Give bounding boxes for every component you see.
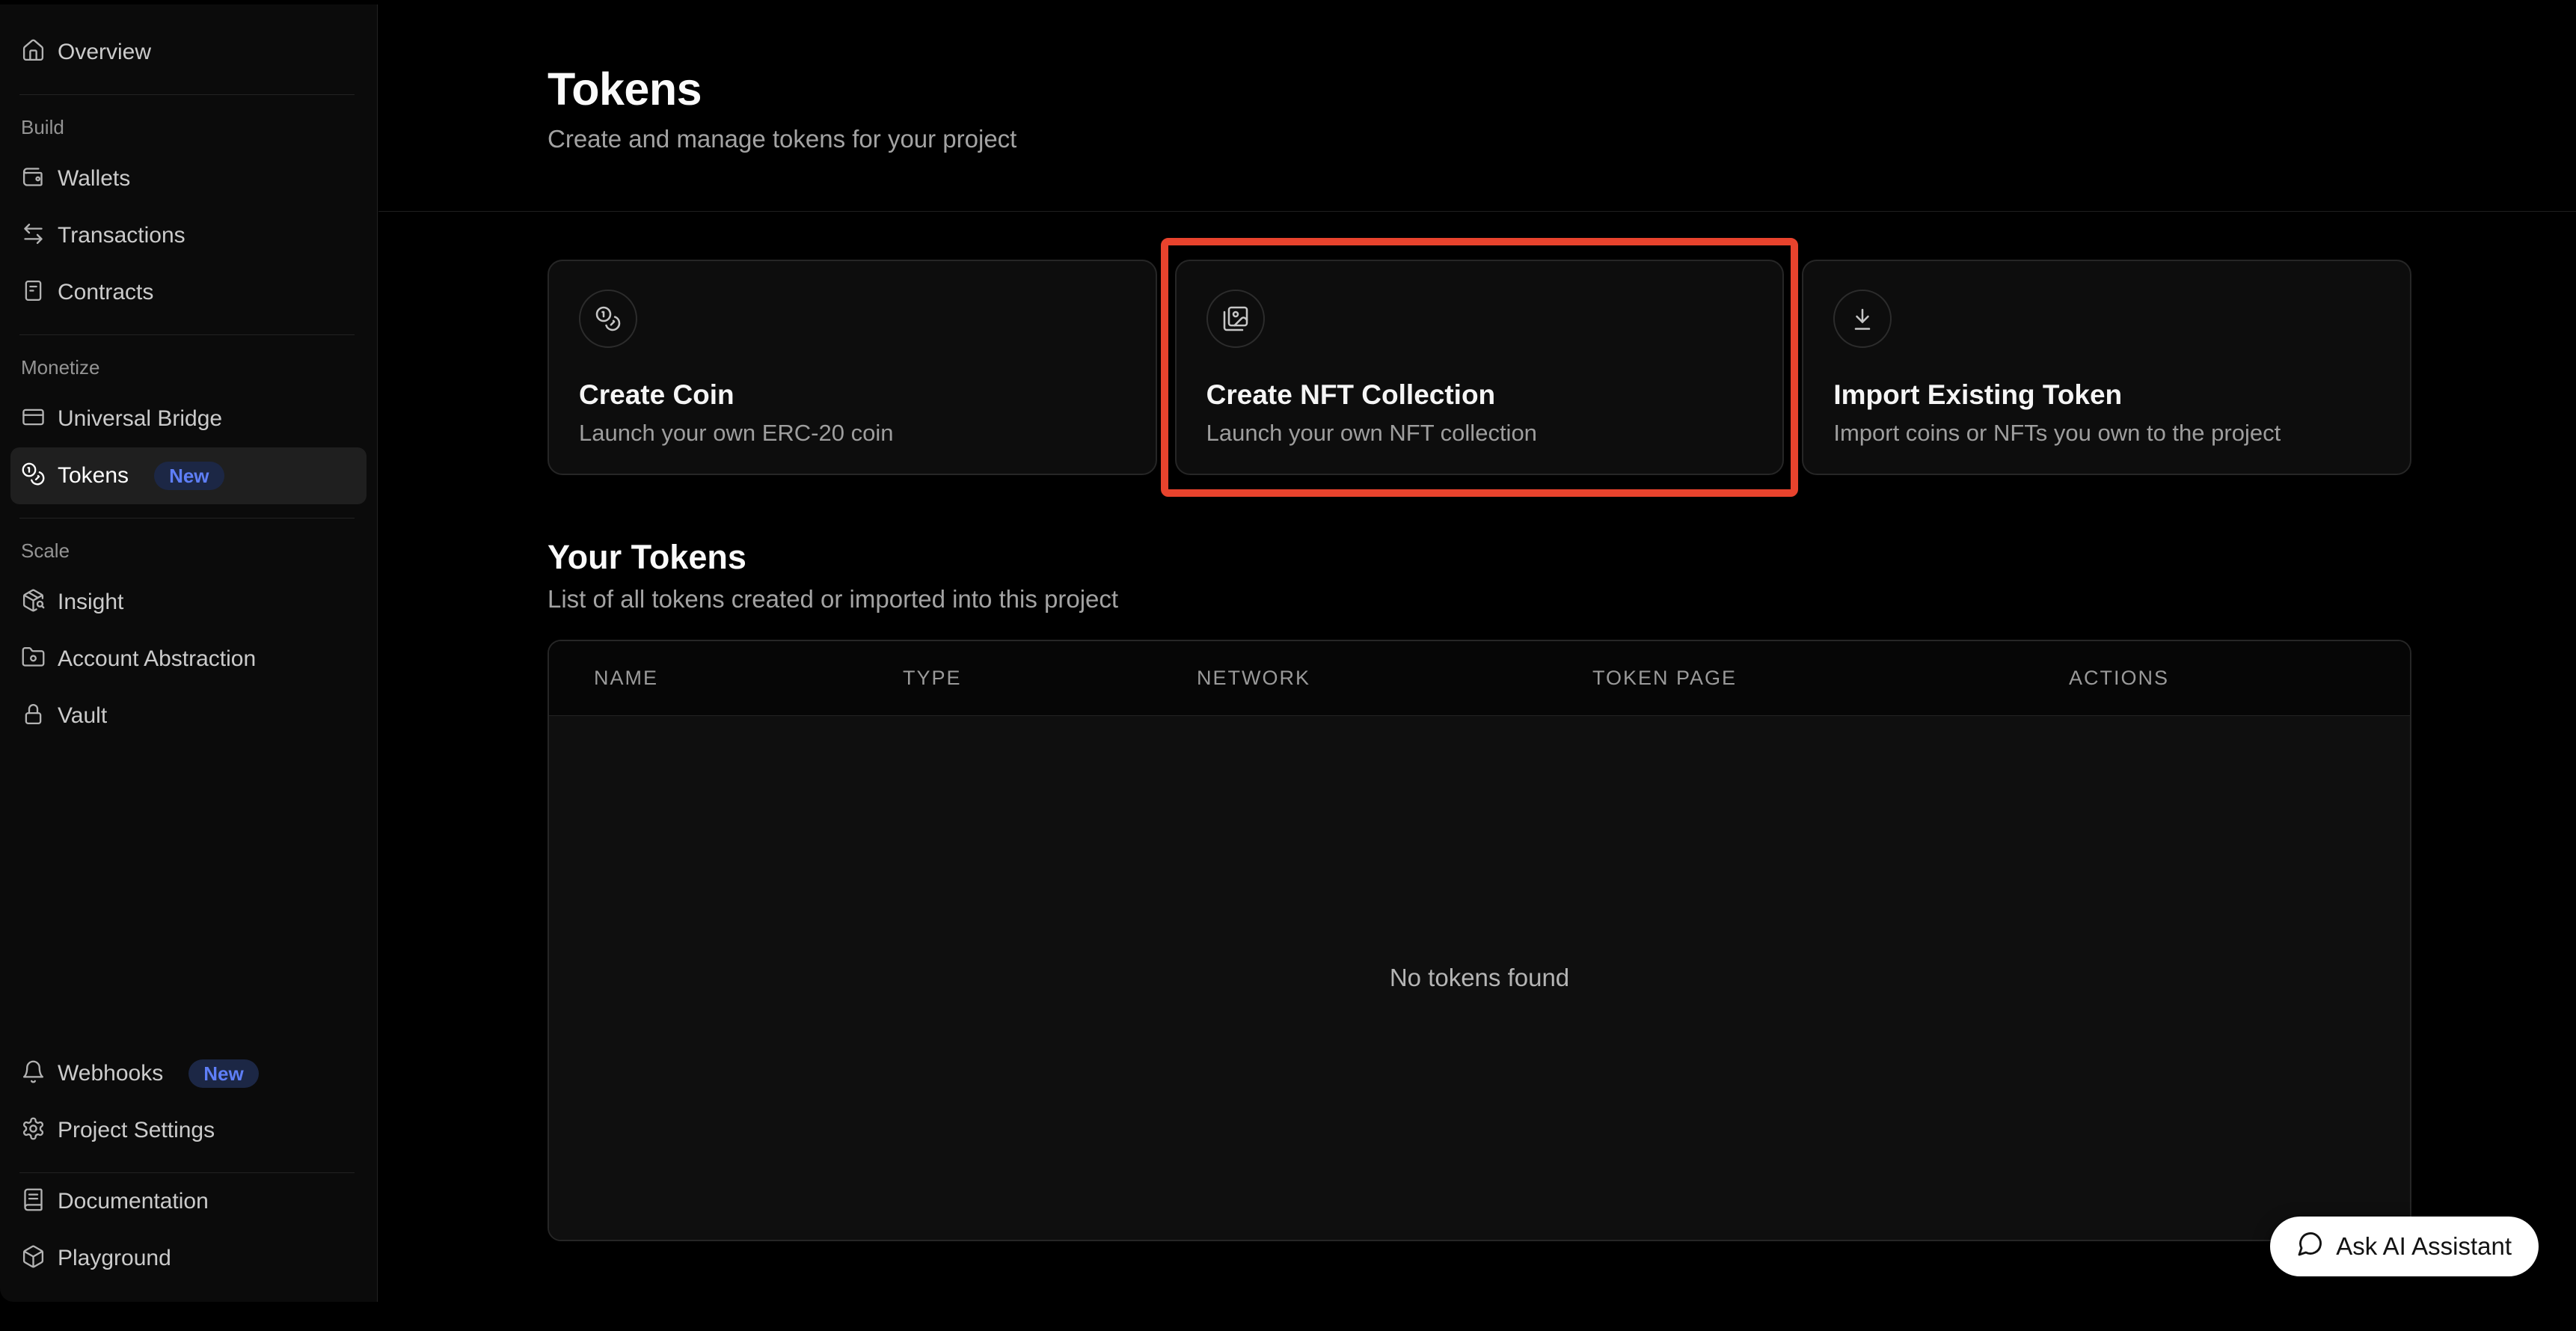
tokens-table: NAME TYPE NETWORK TOKEN PAGE ACTIONS No … <box>548 640 2411 1241</box>
page-title: Tokens <box>548 63 2411 115</box>
card-description: Import coins or NFTs you own to the proj… <box>1833 420 2380 447</box>
ask-ai-assistant-button[interactable]: Ask AI Assistant <box>2270 1217 2539 1276</box>
sidebar-item-label: Insight <box>58 590 123 615</box>
import-existing-token-card[interactable]: Import Existing Token Import coins or NF… <box>1802 260 2411 475</box>
sidebar-item-label: Account Abstraction <box>58 646 256 672</box>
highlight-annotation-ring <box>1161 238 1799 497</box>
card-title: Create NFT Collection <box>1206 379 1753 411</box>
sidebar-item-tokens[interactable]: Tokens New <box>10 447 367 504</box>
create-nft-collection-card[interactable]: Create NFT Collection Launch your own NF… <box>1175 260 1785 475</box>
sidebar-item-label: Vault <box>58 703 107 729</box>
coins-icon <box>21 462 46 490</box>
sidebar-section-scale: Scale <box>10 518 367 574</box>
action-cards-row: Create Coin Launch your own ERC-20 coin … <box>548 260 2411 475</box>
sidebar-item-label: Universal Bridge <box>58 406 222 432</box>
gear-icon <box>21 1116 46 1145</box>
sidebar-item-label: Overview <box>58 40 151 65</box>
column-header-network: NETWORK <box>1197 667 1592 690</box>
card-title: Import Existing Token <box>1833 379 2380 411</box>
sidebar-item-label: Playground <box>58 1246 171 1271</box>
sidebar-item-overview[interactable]: Overview <box>10 24 367 81</box>
chat-bubble-icon <box>2297 1230 2324 1263</box>
sidebar-item-label: Contracts <box>58 280 153 305</box>
book-icon <box>21 1187 46 1216</box>
page-header: Tokens Create and manage tokens for your… <box>378 4 2576 154</box>
sidebar-item-project-settings[interactable]: Project Settings <box>10 1102 367 1159</box>
sidebar-item-label: Documentation <box>58 1189 209 1214</box>
arrows-left-right-icon <box>21 221 46 250</box>
create-coin-card[interactable]: Create Coin Launch your own ERC-20 coin <box>548 260 1157 475</box>
sidebar-item-documentation[interactable]: Documentation <box>10 1173 367 1230</box>
credit-card-icon <box>21 405 46 433</box>
new-badge: New <box>188 1059 258 1088</box>
sidebar-item-wallets[interactable]: Wallets <box>10 150 367 207</box>
sidebar: Overview Build Wallets Transactions Cont… <box>0 4 378 1302</box>
ask-ai-assistant-label: Ask AI Assistant <box>2336 1232 2512 1261</box>
column-header-token-page: TOKEN PAGE <box>1592 667 2069 690</box>
sidebar-section-build: Build <box>10 95 367 150</box>
coins-icon <box>579 290 637 348</box>
sidebar-item-label: Webhooks <box>58 1061 163 1086</box>
sidebar-item-account-abstraction[interactable]: Account Abstraction <box>10 631 367 688</box>
column-header-type: TYPE <box>903 667 1197 690</box>
bell-icon <box>21 1059 46 1088</box>
sidebar-spacer <box>10 744 367 1045</box>
tokens-content: Create Coin Launch your own ERC-20 coin … <box>378 260 2576 1331</box>
card-description: Launch your own ERC-20 coin <box>579 420 1126 447</box>
sidebar-item-universal-bridge[interactable]: Universal Bridge <box>10 391 367 447</box>
sidebar-item-playground[interactable]: Playground <box>10 1230 367 1287</box>
package-search-icon <box>21 588 46 616</box>
column-header-name: NAME <box>594 667 903 690</box>
sidebar-item-transactions[interactable]: Transactions <box>10 207 367 264</box>
tokens-table-header: NAME TYPE NETWORK TOKEN PAGE ACTIONS <box>549 641 2410 716</box>
sidebar-item-webhooks[interactable]: Webhooks New <box>10 1045 367 1102</box>
card-description: Launch your own NFT collection <box>1206 420 1753 447</box>
card-title: Create Coin <box>579 379 1126 411</box>
lock-icon <box>21 702 46 730</box>
sidebar-item-label: Wallets <box>58 166 130 192</box>
sidebar-item-vault[interactable]: Vault <box>10 688 367 744</box>
sidebar-item-contracts[interactable]: Contracts <box>10 264 367 321</box>
empty-state-message: No tokens found <box>1390 964 1569 992</box>
cube-icon <box>21 1244 46 1273</box>
page-subtitle: Create and manage tokens for your projec… <box>548 124 2411 154</box>
images-icon <box>1206 290 1265 348</box>
new-badge: New <box>154 462 224 490</box>
contract-file-icon <box>21 278 46 307</box>
home-icon <box>21 38 46 67</box>
wallet-icon <box>21 165 46 193</box>
column-header-actions: ACTIONS <box>2069 667 2410 690</box>
main-content: Tokens Create and manage tokens for your… <box>378 4 2576 1309</box>
download-icon <box>1833 290 1892 348</box>
your-tokens-subtitle: List of all tokens created or imported i… <box>548 584 2411 614</box>
sidebar-item-label: Transactions <box>58 223 185 248</box>
folder-shield-icon <box>21 645 46 673</box>
sidebar-item-label: Project Settings <box>58 1118 215 1143</box>
sidebar-item-label: Tokens <box>58 463 129 489</box>
sidebar-item-insight[interactable]: Insight <box>10 574 367 631</box>
tokens-table-body: No tokens found <box>549 716 2410 1240</box>
sidebar-section-monetize: Monetize <box>10 335 367 391</box>
header-divider <box>378 211 2576 212</box>
your-tokens-heading: Your Tokens <box>548 538 2411 577</box>
